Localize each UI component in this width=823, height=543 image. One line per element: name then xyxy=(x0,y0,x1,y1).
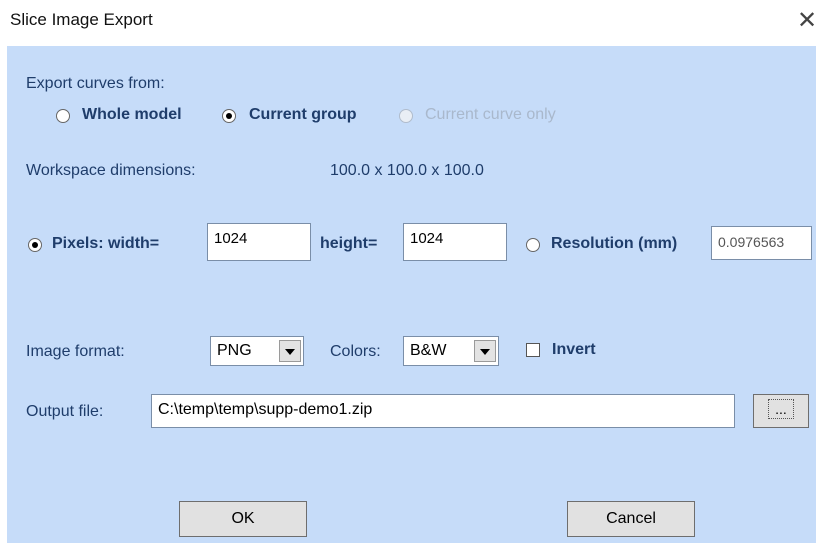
radio-whole-model[interactable] xyxy=(56,109,70,123)
colors-select[interactable]: B&W xyxy=(403,336,499,366)
radio-resolution[interactable] xyxy=(526,238,540,252)
export-curves-label: Export curves from: xyxy=(26,75,165,92)
image-format-label: Image format: xyxy=(26,343,125,360)
window-title: Slice Image Export xyxy=(10,10,153,29)
workspace-dimensions-label: Workspace dimensions: xyxy=(26,162,196,179)
height-label: height= xyxy=(320,235,378,252)
invert-checkbox[interactable] xyxy=(526,343,540,357)
output-file-label: Output file: xyxy=(26,403,104,420)
whole-model-label[interactable]: Whole model xyxy=(82,106,182,124)
cancel-button[interactable]: Cancel xyxy=(567,501,695,537)
current-curve-only-label: Current curve only xyxy=(425,106,556,123)
radio-pixels[interactable] xyxy=(28,238,42,252)
image-format-select[interactable]: PNG xyxy=(210,336,304,366)
browse-button-label: ... xyxy=(768,399,794,419)
invert-label[interactable]: Invert xyxy=(552,341,596,359)
dialog-body: Export curves from: Whole model Current … xyxy=(7,46,816,543)
chevron-down-icon[interactable] xyxy=(279,340,301,362)
resolution-label[interactable]: Resolution (mm) xyxy=(551,235,709,253)
close-icon[interactable]: ✕ xyxy=(793,6,821,35)
image-format-value: PNG xyxy=(217,342,252,359)
chevron-down-icon[interactable] xyxy=(474,340,496,362)
workspace-dimensions-value: 100.0 x 100.0 x 100.0 xyxy=(330,162,484,179)
browse-button[interactable]: ... xyxy=(753,394,809,428)
radio-current-curve-only xyxy=(399,109,413,123)
colors-label: Colors: xyxy=(330,343,381,360)
resolution-input[interactable]: 0.0976563 xyxy=(711,226,812,260)
width-input[interactable]: 1024 xyxy=(207,223,311,261)
output-file-input[interactable]: C:\temp\temp\supp-demo1.zip xyxy=(151,394,735,428)
title-bar: Slice Image Export ✕ xyxy=(0,0,823,46)
ok-button[interactable]: OK xyxy=(179,501,307,537)
colors-value: B&W xyxy=(410,342,447,359)
radio-current-group[interactable] xyxy=(222,109,236,123)
pixels-width-label[interactable]: Pixels: width= xyxy=(52,235,159,253)
height-input[interactable]: 1024 xyxy=(403,223,507,261)
current-group-label[interactable]: Current group xyxy=(249,106,357,124)
